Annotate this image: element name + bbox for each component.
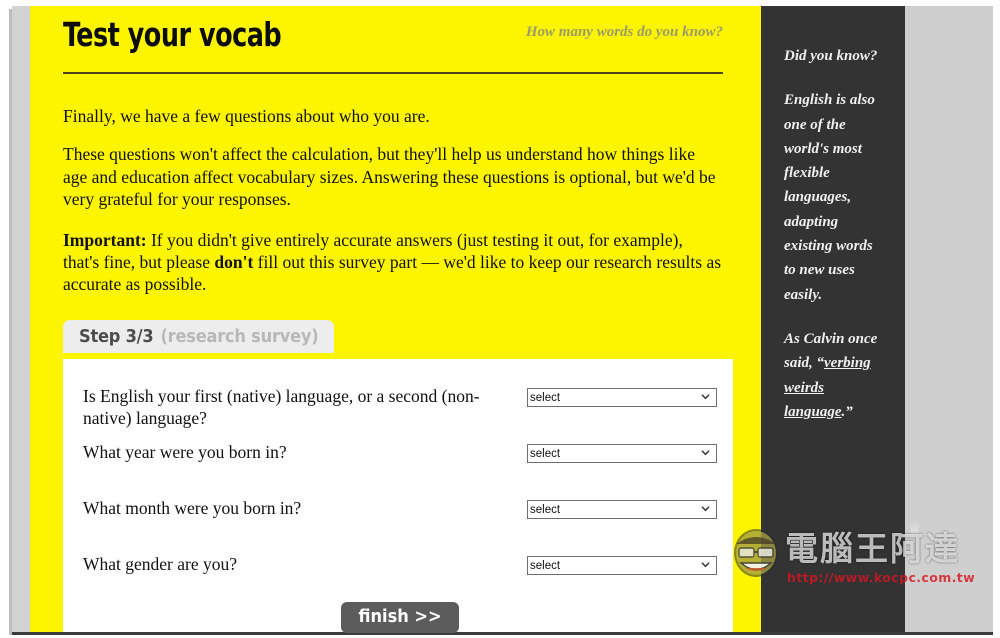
question-control: select (527, 444, 717, 463)
step-tab-subtitle: (research survey) (160, 326, 319, 347)
question-control: select (527, 556, 717, 575)
birth-year-select[interactable]: select (527, 444, 717, 463)
calvin-quote-end: .” (841, 403, 853, 420)
question-control: select (527, 500, 717, 519)
select-wrapper[interactable]: select (527, 500, 717, 519)
question-row: What gender are you? select (83, 554, 717, 594)
question-label-birth-year: What year were you born in? (83, 442, 287, 462)
dont-emphasis: don't (214, 251, 254, 272)
question-control: select (527, 388, 717, 407)
header-divider (63, 72, 723, 74)
finish-button[interactable]: finish >> (341, 602, 459, 633)
intro-paragraph-1: Finally, we have a few questions about w… (63, 106, 430, 126)
sidebar-paragraph-1: English is also one of the world's most … (784, 92, 875, 303)
question-row: What month were you born in? select (83, 498, 717, 538)
question-label-birth-month: What month were you born in? (83, 498, 302, 518)
select-wrapper[interactable]: select (527, 556, 717, 575)
select-wrapper[interactable]: select (527, 444, 717, 463)
step-tab: Step 3/3 (research survey) (63, 320, 335, 353)
survey-panel: Is English your first (native) language,… (63, 359, 733, 633)
intro-copy: Finally, we have a few questions about w… (63, 105, 723, 314)
question-row: What year were you born in? select (83, 442, 717, 482)
site-tagline: How many words do you know? (525, 24, 723, 40)
sidebar-paragraph-2: As Calvin once said, “verbing weirds lan… (784, 327, 886, 424)
birth-month-select[interactable]: select (527, 500, 717, 519)
gender-select[interactable]: select (527, 556, 717, 575)
page-gutter-left (12, 6, 30, 632)
sidebar-heading: Did you know? (784, 48, 878, 64)
form-actions: finish >> (83, 602, 717, 633)
important-label: Important: (63, 229, 147, 250)
step-tab-title: Step 3/3 (79, 326, 154, 347)
page-gutter-right (905, 6, 993, 632)
site-title: Test your vocab (63, 15, 282, 54)
browser-page: Test your vocab How many words do you kn… (0, 0, 1000, 638)
question-label-gender: What gender are you? (83, 554, 238, 574)
did-you-know-sidebar: Did you know? English is also one of the… (784, 44, 886, 444)
survey-form: Is English your first (native) language,… (83, 386, 717, 633)
question-label-native-language: Is English your first (native) language,… (83, 386, 480, 428)
select-wrapper[interactable]: select (527, 388, 717, 407)
question-row: Is English your first (native) language,… (83, 386, 717, 428)
native-language-select[interactable]: select (527, 388, 717, 407)
intro-paragraph-3: Important: If you didn't give entirely a… (63, 229, 723, 296)
intro-paragraph-2: These questions won't affect the calcula… (63, 144, 716, 210)
